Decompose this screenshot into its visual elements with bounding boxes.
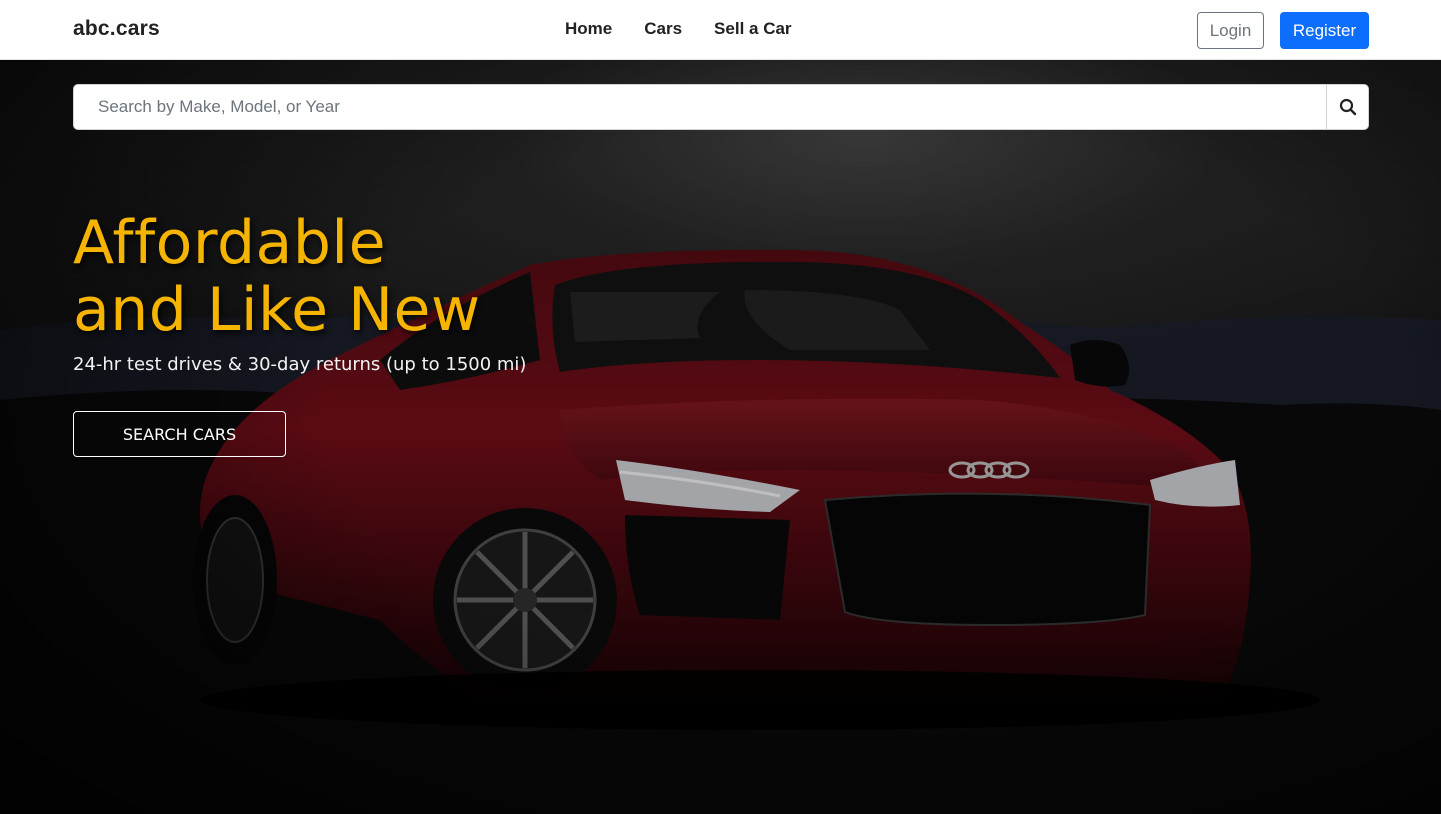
hero-title-line-1: Affordable	[73, 208, 386, 278]
hero-section: Affordable and Like New 24-hr test drive…	[0, 60, 1441, 814]
search-button[interactable]	[1326, 85, 1368, 129]
nav-links: Home Cars Sell a Car	[565, 19, 792, 39]
search-cars-button[interactable]: SEARCH CARS	[73, 411, 286, 457]
hero-title: Affordable and Like New	[73, 210, 673, 344]
search-bar	[73, 84, 1369, 130]
nav-link-cars[interactable]: Cars	[644, 19, 682, 39]
top-navbar: abc.cars Home Cars Sell a Car Login Regi…	[0, 0, 1441, 60]
login-button[interactable]: Login	[1197, 12, 1264, 49]
search-icon	[1339, 98, 1356, 116]
hero-subtitle: 24-hr test drives & 30-day returns (up t…	[73, 354, 527, 375]
register-button[interactable]: Register	[1280, 12, 1369, 49]
search-input[interactable]	[74, 85, 1326, 129]
brand-logo[interactable]: abc.cars	[73, 17, 160, 41]
nav-link-sell-a-car[interactable]: Sell a Car	[714, 19, 792, 39]
hero-title-line-2: and Like New	[73, 275, 481, 345]
nav-link-home[interactable]: Home	[565, 19, 612, 39]
